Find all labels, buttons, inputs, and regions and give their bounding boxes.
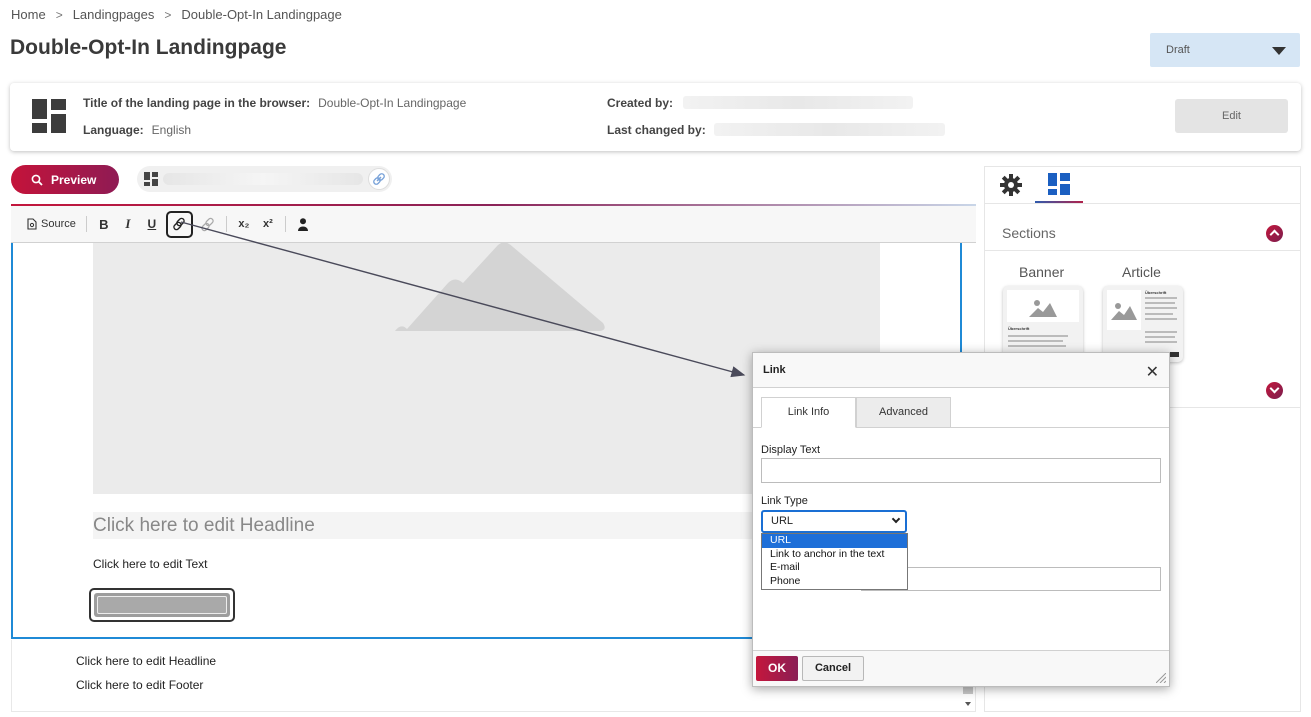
image-icon (1029, 300, 1057, 317)
link-icon (173, 217, 186, 231)
created-by-label: Created by: (607, 96, 674, 110)
link-type-dropdown: URL Link to anchor in the text E-mail Ph… (761, 533, 908, 590)
option-email[interactable]: E-mail (762, 561, 907, 575)
language-label: Language: (83, 123, 144, 137)
toolbar-divider (85, 216, 87, 232)
preview-label: Preview (51, 172, 97, 187)
section-card-label: Article (1122, 264, 1161, 280)
last-changed-value-redacted (714, 123, 945, 136)
source-button[interactable]: Source (24, 212, 79, 236)
section-card-label: Banner (1019, 264, 1065, 280)
resize-grip-icon[interactable] (1156, 673, 1166, 683)
link-type-label: Link Type (761, 495, 808, 507)
headline-placeholder[interactable]: Click here to edit Headline (93, 512, 753, 539)
editor-toolbar: Source B I U x₂ x² (11, 206, 976, 243)
placeholder-person-button[interactable] (293, 212, 313, 236)
chevron-down-icon (891, 514, 901, 524)
layout-grid-icon (144, 172, 158, 186)
link-icon (373, 173, 385, 185)
underline-button[interactable]: U (142, 212, 162, 236)
close-icon[interactable]: ✕ (1146, 362, 1159, 382)
language-value: English (151, 123, 192, 137)
breadcrumb-home[interactable]: Home (11, 7, 46, 22)
link-button[interactable] (165, 210, 193, 238)
section-card-heading: Überschrift (1145, 290, 1167, 295)
section-card-heading: Überschrift (1008, 326, 1030, 331)
breadcrumb-separator: > (55, 7, 63, 22)
collapse-sections-icon[interactable] (1266, 225, 1283, 242)
panel-divider (985, 250, 1300, 251)
button-placeholder[interactable] (89, 588, 235, 622)
breadcrumb-landingpages[interactable]: Landingpages (73, 7, 155, 22)
breadcrumb-separator: > (164, 7, 172, 22)
browser-title-value: Double-Opt-In Landingpage (318, 96, 467, 110)
display-text-input[interactable] (761, 458, 1161, 483)
source-doc-icon (27, 218, 37, 230)
tab-settings[interactable] (987, 167, 1035, 203)
landingpage-info-card: Title of the landing page in the browser… (10, 83, 1301, 151)
panel-divider (985, 203, 1300, 204)
page-url-field[interactable] (137, 166, 392, 192)
created-by-value-redacted (683, 96, 913, 109)
status-selected-value: Draft (1166, 44, 1190, 56)
dialog-header[interactable]: Link ✕ (753, 353, 1169, 388)
page-title: Double-Opt-In Landingpage (10, 36, 287, 59)
subscript-button[interactable]: x₂ (234, 212, 254, 236)
gear-icon (1000, 174, 1022, 196)
option-anchor[interactable]: Link to anchor in the text (762, 548, 907, 562)
image-icon (1111, 303, 1137, 320)
italic-button[interactable]: I (118, 212, 138, 236)
tab-sections[interactable] (1035, 167, 1083, 203)
last-changed-label: Last changed by: (607, 123, 706, 137)
breadcrumb-current: Double-Opt-In Landingpage (181, 7, 342, 22)
tab-link-info[interactable]: Link Info (761, 397, 856, 428)
footer-headline-placeholder[interactable]: Click here to edit Headline (76, 654, 216, 668)
display-text-label: Display Text (761, 444, 821, 456)
section-card-article[interactable]: Überschrift (1103, 286, 1183, 362)
option-url[interactable]: URL (762, 534, 907, 548)
status-select[interactable]: Draft (1150, 33, 1300, 67)
source-label: Source (41, 218, 76, 230)
breadcrumb: Home > Landingpages > Double-Opt-In Land… (11, 7, 342, 22)
dialog-tabs: Link Info Advanced (753, 397, 1169, 428)
person-icon (297, 217, 308, 231)
layout-grid-icon (1048, 173, 1070, 195)
copy-link-button[interactable] (368, 168, 390, 190)
dialog-title: Link (763, 364, 786, 376)
toolbar-divider (225, 216, 227, 232)
sections-title: Sections (1002, 225, 1056, 241)
link-type-select[interactable]: URL (761, 510, 907, 533)
toolbar-divider (284, 216, 286, 232)
preview-button[interactable]: Preview (11, 165, 119, 194)
dialog-footer: OK Cancel (753, 650, 1169, 686)
cancel-button[interactable]: Cancel (802, 656, 864, 681)
browser-title-label: Title of the landing page in the browser… (83, 96, 311, 110)
page-url-redacted (163, 173, 363, 185)
link-type-selected: URL (771, 515, 794, 527)
text-placeholder[interactable]: Click here to edit Text (93, 557, 208, 571)
footer-text-placeholder[interactable]: Click here to edit Footer (76, 678, 203, 692)
bold-button[interactable]: B (94, 212, 114, 236)
unlink-icon (201, 217, 214, 232)
scroll-down-arrow-icon[interactable] (962, 684, 974, 710)
link-dialog: Link ✕ Link Info Advanced Display Text L… (752, 352, 1170, 687)
section-card-banner[interactable]: Überschrift (1003, 286, 1083, 362)
search-icon (31, 174, 43, 186)
edit-button[interactable]: Edit (1175, 99, 1288, 133)
ok-button[interactable]: OK (756, 656, 798, 681)
unlink-button[interactable] (197, 212, 219, 236)
option-phone[interactable]: Phone (762, 575, 907, 589)
caret-down-icon (1272, 47, 1286, 55)
tab-advanced[interactable]: Advanced (856, 397, 951, 428)
expand-section-icon[interactable] (1266, 382, 1283, 399)
superscript-button[interactable]: x² (258, 212, 278, 236)
landingpage-layout-icon (32, 99, 66, 133)
